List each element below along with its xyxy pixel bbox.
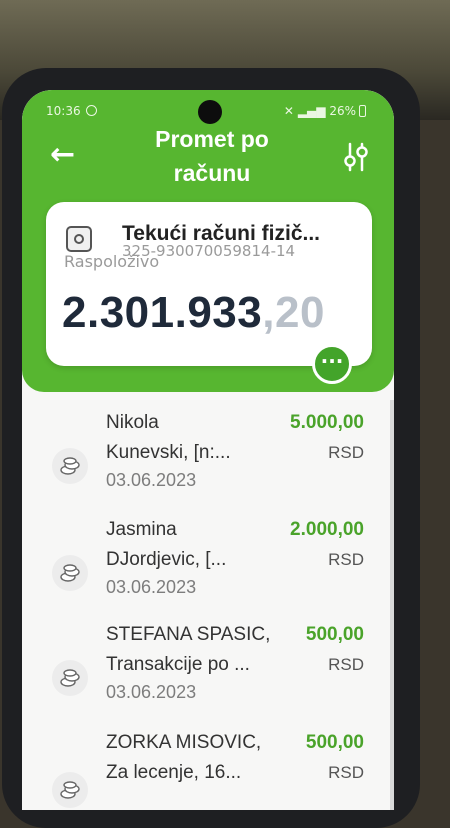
page-title-line2: računu (173, 160, 251, 186)
app-screen: 10:36 ✕ ▂▄▆ 26% ← Promet po računu 325-9… (22, 90, 394, 810)
transaction-name-line2: DJordjevic, [... (106, 549, 227, 570)
transaction-name-line2: Transakcije po ... (106, 654, 250, 675)
battery-icon (359, 105, 366, 117)
transaction-name: Nikola Kunevski, [n:... (106, 408, 286, 468)
balance-decimals: ,20 (262, 288, 325, 337)
coins-icon (52, 660, 88, 696)
transaction-amount: 500,00 (305, 732, 364, 753)
coins-icon (52, 555, 88, 591)
transaction-row[interactable]: STEFANA SPASIC, Transakcije po ... 03.06… (22, 620, 394, 725)
signal-icon: ▂▄▆ (297, 104, 326, 118)
transaction-name-line2: Kunevski, [n:... (106, 442, 231, 463)
transaction-name-line1: ZORKA MISOVIC, (106, 732, 262, 753)
transaction-name-line2: Za lecenje, 16... (106, 762, 242, 783)
transaction-row[interactable]: Jasmina DJordjevic, [... 03.06.2023 2.00… (22, 515, 394, 620)
transaction-name: Jasmina DJordjevic, [... (106, 515, 286, 575)
transaction-date: 03.06.2023 (106, 470, 197, 490)
transaction-name: STEFANA SPASIC, Transakcije po ... (106, 620, 286, 680)
camera-cutout (198, 100, 222, 124)
coins-icon (52, 772, 88, 808)
balance-integer: 2.301.933 (62, 288, 263, 337)
battery-level: 26% (329, 104, 356, 118)
account-card[interactable]: 325-930070059814-14 Raspoloživo Tekući r… (46, 202, 372, 366)
transaction-row[interactable]: Nikola Kunevski, [n:... 03.06.2023 5.000… (22, 408, 394, 513)
transaction-name-line1: Nikola (106, 412, 159, 433)
transaction-row[interactable]: ZORKA MISOVIC, Za lecenje, 16... 500,00 … (22, 728, 394, 810)
transaction-currency: RSD (328, 550, 364, 569)
mute-icon: ✕ (283, 104, 294, 118)
available-label: Raspoloživo (64, 252, 160, 271)
page-title-line1: Promet po (155, 126, 269, 152)
transaction-amount: 2.000,00 (290, 519, 364, 540)
sliders-icon[interactable] (342, 142, 370, 172)
account-name: Tekući računi fizič... (122, 222, 321, 245)
arrow-left-icon[interactable]: ← (50, 140, 86, 170)
coins-icon (52, 448, 88, 484)
transaction-date: 03.06.2023 (106, 682, 197, 702)
whatsapp-icon (86, 105, 97, 116)
transaction-name-line1: STEFANA SPASIC, (106, 624, 271, 645)
transaction-name: ZORKA MISOVIC, Za lecenje, 16... (106, 728, 286, 788)
transaction-name-line1: Jasmina (106, 519, 177, 540)
status-right-group: ✕ ▂▄▆ 26% (284, 104, 366, 118)
transaction-currency: RSD (328, 655, 364, 674)
scroll-edge (390, 400, 394, 810)
status-time: 10:36 (46, 104, 81, 118)
account-icon (66, 226, 92, 252)
account-balance: 2.301.933,20 (62, 288, 372, 338)
transaction-amount: 5.000,00 (290, 412, 364, 433)
transaction-amount: 500,00 (305, 624, 364, 645)
page-title: Promet po računu (122, 122, 302, 190)
more-options-button[interactable]: ··· (312, 344, 352, 384)
transaction-currency: RSD (328, 763, 364, 782)
transaction-date: 03.06.2023 (106, 577, 197, 597)
transaction-currency: RSD (328, 443, 364, 462)
